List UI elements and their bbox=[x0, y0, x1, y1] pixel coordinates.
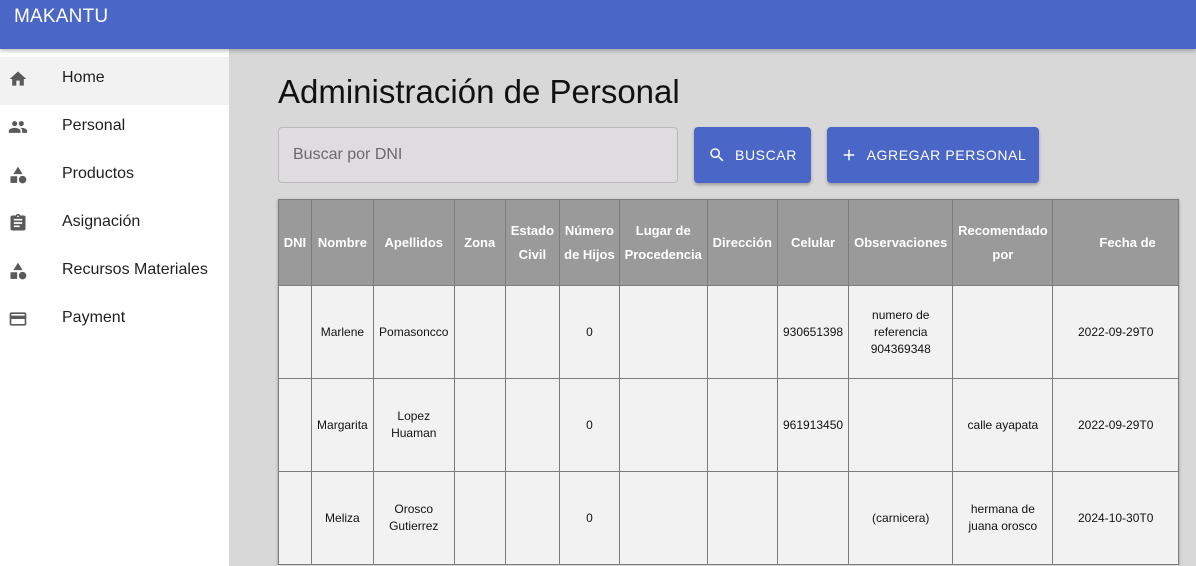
table-cell bbox=[618, 378, 708, 472]
table-cell bbox=[504, 285, 561, 379]
search-input[interactable] bbox=[278, 127, 678, 183]
column-header: Observaciones bbox=[848, 199, 954, 286]
column-header: Nombre bbox=[310, 199, 374, 286]
column-header: Dirección bbox=[706, 199, 778, 286]
table-cell: 0 bbox=[559, 378, 620, 472]
sidebar-item-asignacion[interactable]: Asignación bbox=[0, 201, 229, 249]
table-cell bbox=[453, 471, 506, 565]
sidebar-item-personal[interactable]: Personal bbox=[0, 105, 229, 153]
category-icon bbox=[8, 261, 28, 281]
table-cell: 2024-10-30T0 bbox=[1052, 471, 1179, 565]
category-icon bbox=[8, 165, 28, 185]
table-cell bbox=[504, 378, 561, 472]
table-cell bbox=[278, 378, 312, 472]
add-personal-button-label: AGREGAR PERSONAL bbox=[866, 147, 1027, 163]
sidebar-item-home[interactable]: Home bbox=[0, 57, 229, 105]
search-icon bbox=[708, 146, 726, 164]
plus-icon bbox=[840, 146, 858, 164]
table-cell: numero de referencia 904369348 bbox=[848, 285, 954, 379]
table-cell bbox=[848, 378, 954, 472]
table-cell bbox=[278, 285, 312, 379]
table-cell: calle ayapata bbox=[952, 378, 1054, 472]
app-title: MAKANTU bbox=[14, 6, 109, 27]
column-header: Zona bbox=[453, 199, 506, 286]
table-cell bbox=[453, 285, 506, 379]
column-header: Recomendado por bbox=[952, 199, 1054, 286]
home-icon bbox=[8, 69, 28, 89]
search-button[interactable]: BUSCAR bbox=[694, 127, 811, 183]
sidebar-item-label: Payment bbox=[62, 309, 126, 326]
table-cell: 2022-09-29T0 bbox=[1052, 285, 1179, 379]
column-header: Número de Hijos bbox=[559, 199, 620, 286]
table-cell: 961913450 bbox=[776, 378, 850, 472]
table-cell bbox=[952, 285, 1054, 379]
table-cell: Pomasoncco bbox=[372, 285, 455, 379]
sidebar-item-label: Recursos Materiales bbox=[62, 261, 208, 278]
column-header: Fecha de bbox=[1052, 199, 1179, 286]
sidebar-item-label: Asignación bbox=[62, 213, 141, 230]
table-cell bbox=[618, 471, 708, 565]
table-row[interactable]: Meliza Orosco Gutierrez 0 (carnicera) he… bbox=[278, 471, 1179, 565]
table-cell bbox=[453, 378, 506, 472]
sidebar-item-label: Productos bbox=[62, 165, 135, 182]
column-header: DNI bbox=[278, 199, 312, 286]
table-cell: 2022-09-29T0 bbox=[1052, 378, 1179, 472]
column-header: Estado Civil bbox=[504, 199, 561, 286]
table-cell: (carnicera) bbox=[848, 471, 954, 565]
main-content: Administración de Personal BUSCAR AGREGA… bbox=[229, 49, 1196, 566]
table-cell: 930651398 bbox=[776, 285, 850, 379]
sidebar-item-recursos-materiales[interactable]: Recursos Materiales bbox=[0, 249, 229, 297]
table-cell: Lopez Huaman bbox=[372, 378, 455, 472]
table-cell bbox=[504, 471, 561, 565]
table-cell bbox=[618, 285, 708, 379]
sidebar-item-productos[interactable]: Productos bbox=[0, 153, 229, 201]
table-cell bbox=[776, 471, 850, 565]
table-cell bbox=[706, 285, 778, 379]
people-icon bbox=[8, 117, 28, 137]
sidebar-item-label: Personal bbox=[62, 117, 126, 134]
column-header: Lugar de Procedencia bbox=[618, 199, 708, 286]
sidebar-item-label: Home bbox=[62, 69, 105, 86]
table-row[interactable]: Marlene Pomasoncco 0 930651398 numero de… bbox=[278, 285, 1179, 379]
table-cell: 0 bbox=[559, 285, 620, 379]
table-cell: 0 bbox=[559, 471, 620, 565]
app-bar: MAKANTU bbox=[0, 0, 1196, 49]
table-cell bbox=[278, 471, 312, 565]
credit-card-icon bbox=[8, 309, 28, 329]
column-header: Celular bbox=[776, 199, 850, 286]
table-cell: Marlene bbox=[310, 285, 374, 379]
table-cell bbox=[706, 378, 778, 472]
personal-table: DNI Nombre Apellidos Zona Estado Civil N… bbox=[278, 199, 1179, 565]
page-title: Administración de Personal bbox=[278, 73, 680, 110]
table-cell: hermana de juana orosco bbox=[952, 471, 1054, 565]
sidebar: Home Personal Productos Asignación Recur… bbox=[0, 49, 229, 566]
add-personal-button[interactable]: AGREGAR PERSONAL bbox=[827, 127, 1039, 183]
table-cell bbox=[706, 471, 778, 565]
search-button-label: BUSCAR bbox=[735, 147, 797, 163]
table-header-row: DNI Nombre Apellidos Zona Estado Civil N… bbox=[278, 199, 1179, 286]
column-header: Apellidos bbox=[372, 199, 455, 286]
clipboard-icon bbox=[8, 213, 28, 233]
table-cell: Meliza bbox=[310, 471, 374, 565]
table-row[interactable]: Margarita Lopez Huaman 0 961913450 calle… bbox=[278, 378, 1179, 472]
table-cell: Margarita bbox=[310, 378, 374, 472]
sidebar-item-payment[interactable]: Payment bbox=[0, 297, 229, 345]
personal-table-container[interactable]: DNI Nombre Apellidos Zona Estado Civil N… bbox=[278, 199, 1179, 566]
table-cell: Orosco Gutierrez bbox=[372, 471, 455, 565]
